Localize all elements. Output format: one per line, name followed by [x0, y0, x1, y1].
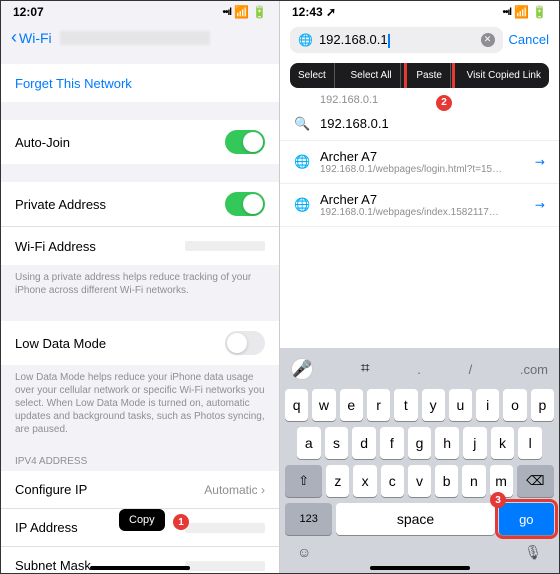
key-o[interactable]: o	[503, 389, 526, 421]
network-name-blurred	[60, 31, 210, 45]
menu-visit-link[interactable]: Visit Copied Link	[459, 63, 549, 88]
key-y[interactable]: y	[422, 389, 445, 421]
nav-bar: ‹ Wi-Fi	[1, 21, 279, 54]
search-bar: 🌐 192.168.0.1 ✕ Cancel	[280, 21, 559, 59]
edit-menu: Select Select All Paste Visit Copied Lin…	[290, 63, 549, 88]
key-i[interactable]: i	[476, 389, 499, 421]
ipv4-header: IPV4 ADDRESS	[1, 442, 279, 471]
status-icons: ••ıl 📶 🔋	[223, 5, 267, 19]
key-b[interactable]: b	[435, 465, 458, 497]
wifi-address-value-blurred	[185, 241, 265, 251]
key-q[interactable]: q	[285, 389, 308, 421]
scan-icon[interactable]: ⌗	[361, 360, 370, 378]
menu-select[interactable]: Select	[290, 63, 335, 88]
url-text: 192.168.0.1	[319, 32, 475, 48]
key-l[interactable]: l	[518, 427, 542, 459]
open-arrow-icon: ↗	[531, 153, 548, 170]
open-arrow-icon: ↗	[531, 196, 548, 213]
key-j[interactable]: j	[463, 427, 487, 459]
key-x[interactable]: x	[353, 465, 376, 497]
cancel-button[interactable]: Cancel	[509, 32, 549, 47]
key-p[interactable]: p	[531, 389, 554, 421]
key-u[interactable]: u	[449, 389, 472, 421]
emoji-key[interactable]: ☺	[297, 544, 311, 561]
subnet-value-blurred	[185, 561, 265, 571]
key-h[interactable]: h	[435, 427, 459, 459]
wifi-address-row: Wi-Fi Address	[1, 227, 279, 265]
backspace-key[interactable]: ⌫	[517, 465, 554, 497]
configure-ip-row[interactable]: Configure IP Automatic ›	[1, 471, 279, 509]
key-d[interactable]: d	[352, 427, 376, 459]
status-time: 12:43 ➚	[292, 5, 336, 19]
go-key[interactable]: go	[499, 503, 554, 535]
key-f[interactable]: f	[380, 427, 404, 459]
ip-value-blurred	[185, 523, 265, 533]
partial-suggestion: 192.168.0.1	[280, 92, 559, 108]
globe-icon: 🌐	[294, 154, 310, 170]
search-icon: 🔍	[294, 116, 310, 132]
clear-icon[interactable]: ✕	[481, 33, 495, 47]
suggestion-archer-2[interactable]: 🌐 Archer A7 192.168.0.1/webpages/index.1…	[280, 184, 559, 227]
key-a[interactable]: a	[297, 427, 321, 459]
status-bar: 12:07 ••ıl 📶 🔋	[1, 1, 279, 21]
auto-join-row: Auto-Join	[1, 120, 279, 164]
key-r[interactable]: r	[367, 389, 390, 421]
numbers-key[interactable]: 123	[285, 503, 332, 535]
back-button[interactable]: ‹ Wi-Fi	[11, 27, 52, 48]
private-address-toggle[interactable]	[225, 192, 265, 216]
wifi-details-screen: 12:07 ••ıl 📶 🔋 ‹ Wi-Fi Forget This Netwo…	[1, 1, 280, 573]
private-address-footer: Using a private address helps reduce tra…	[1, 265, 279, 303]
safari-search-screen: 12:43 ➚ ••ıl 📶 🔋 🌐 192.168.0.1 ✕ Cancel …	[280, 1, 559, 573]
low-data-footer: Low Data Mode helps reduce your iPhone d…	[1, 365, 279, 442]
home-indicator[interactable]	[90, 566, 190, 570]
menu-paste[interactable]: Paste	[408, 63, 451, 88]
key-g[interactable]: g	[408, 427, 432, 459]
space-key[interactable]: space	[336, 503, 494, 535]
keyboard: 🎤 ⌗ . / .com qwertyuiop asdfghjkl ⇧ zxcv…	[280, 348, 559, 573]
globe-icon: 🌐	[294, 197, 310, 213]
suggestion-search[interactable]: 🔍 192.168.0.1	[280, 108, 559, 141]
key-t[interactable]: t	[394, 389, 417, 421]
key-s[interactable]: s	[325, 427, 349, 459]
key-k[interactable]: k	[491, 427, 515, 459]
annotation-badge-1: 1	[173, 514, 189, 530]
key-w[interactable]: w	[312, 389, 335, 421]
url-input[interactable]: 🌐 192.168.0.1 ✕	[290, 27, 503, 53]
key-n[interactable]: n	[462, 465, 485, 497]
status-icons: ••ıl 📶 🔋	[503, 5, 547, 19]
back-label: Wi-Fi	[19, 30, 52, 46]
globe-icon: 🌐	[298, 33, 313, 47]
suggestion-archer-1[interactable]: 🌐 Archer A7 192.168.0.1/webpages/login.h…	[280, 141, 559, 184]
copy-tooltip[interactable]: Copy	[119, 509, 165, 531]
key-z[interactable]: z	[326, 465, 349, 497]
status-bar: 12:43 ➚ ••ıl 📶 🔋	[280, 1, 559, 21]
status-time: 12:07	[13, 5, 44, 19]
keyboard-suggestions: 🎤 ⌗ . / .com	[283, 352, 556, 386]
annotation-badge-3: 3	[490, 492, 506, 508]
key-v[interactable]: v	[408, 465, 431, 497]
key-c[interactable]: c	[381, 465, 404, 497]
low-data-toggle[interactable]	[225, 331, 265, 355]
forget-network-button[interactable]: Forget This Network	[1, 64, 279, 102]
dictation-key[interactable]: 🎙	[524, 544, 542, 561]
voice-input-icon[interactable]: 🎤	[291, 358, 313, 380]
shift-key[interactable]: ⇧	[285, 465, 322, 497]
low-data-mode-row: Low Data Mode	[1, 321, 279, 365]
private-address-row: Private Address	[1, 182, 279, 227]
auto-join-toggle[interactable]	[225, 130, 265, 154]
home-indicator[interactable]	[370, 566, 470, 570]
annotation-badge-2: 2	[436, 95, 452, 111]
key-e[interactable]: e	[340, 389, 363, 421]
chevron-left-icon: ‹	[11, 27, 17, 48]
menu-select-all[interactable]: Select All	[343, 63, 401, 88]
